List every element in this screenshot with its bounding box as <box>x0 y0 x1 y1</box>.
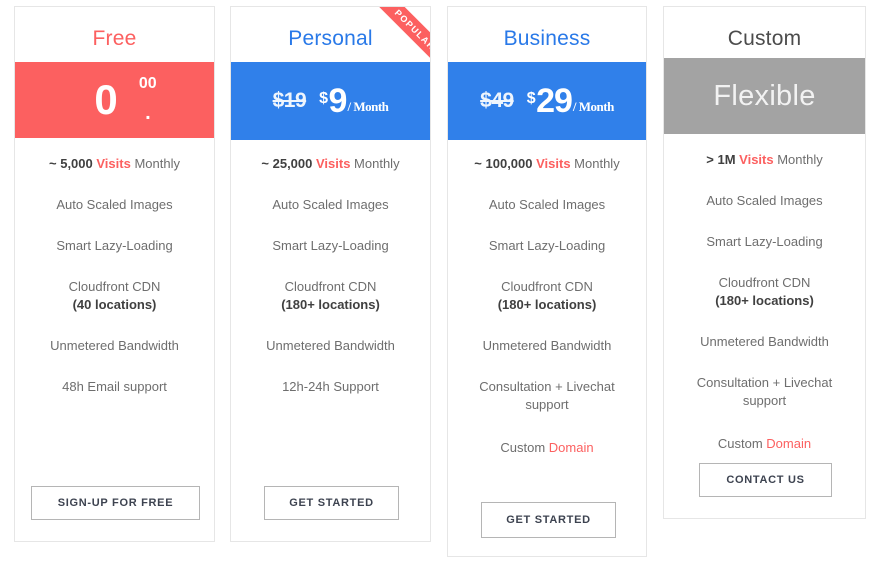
plan-title-custom: Custom <box>664 7 865 49</box>
contact-us-button[interactable]: CONTACT US <box>699 463 832 497</box>
pricing-table: Free 0 00 . ~ 5,000 Visits Monthly Auto … <box>0 0 880 568</box>
feature-subtext: (180+ locations) <box>241 296 420 313</box>
feature-lead: ~ 100,000 <box>474 156 536 171</box>
price-decimal-dot: . <box>145 103 150 123</box>
feature-item: Cloudfront CDN (180+ locations) <box>231 278 430 312</box>
feature-text: Cloudfront CDN <box>69 279 161 294</box>
plan-title-free: Free <box>15 7 214 49</box>
feature-highlight: Domain <box>549 440 594 455</box>
feature-list-personal: ~ 25,000 Visits Monthly Auto Scaled Imag… <box>231 155 430 419</box>
feature-text: Custom <box>718 436 766 451</box>
price-amount: 9 <box>329 84 347 118</box>
feature-item: Cloudfront CDN (40 locations) <box>15 278 214 312</box>
feature-item: Smart Lazy-Loading <box>15 237 214 254</box>
feature-item: Cloudfront CDN (180+ locations) <box>664 274 865 308</box>
feature-item: ~ 100,000 Visits Monthly <box>448 155 646 172</box>
feature-item: Unmetered Bandwidth <box>15 337 214 354</box>
feature-item: Smart Lazy-Loading <box>231 237 430 254</box>
feature-list-free: ~ 5,000 Visits Monthly Auto Scaled Image… <box>15 155 214 419</box>
feature-item: Auto Scaled Images <box>664 192 865 209</box>
price-free: 0 00 . <box>94 79 134 121</box>
feature-item: Unmetered Bandwidth <box>448 337 646 354</box>
signup-for-free-button[interactable]: SIGN-UP FOR FREE <box>31 486 200 520</box>
feature-text: Cloudfront CDN <box>285 279 377 294</box>
feature-list-custom: > 1M Visits Monthly Auto Scaled Images S… <box>664 151 865 476</box>
feature-tail: Monthly <box>774 152 823 167</box>
pricing-card-business[interactable]: Business $49 $ 29 / Month ~ 100,000 Visi… <box>447 6 647 557</box>
get-started-button-business[interactable]: GET STARTED <box>481 502 616 538</box>
feature-item: Smart Lazy-Loading <box>448 237 646 254</box>
feature-highlight: Visits <box>316 156 350 171</box>
pricing-card-custom[interactable]: Custom Flexible > 1M Visits Monthly Auto… <box>663 6 866 519</box>
feature-highlight: Visits <box>739 152 773 167</box>
price-new-personal: $ 9 / Month <box>319 84 388 118</box>
feature-tail: Monthly <box>131 156 180 171</box>
plan-title-business: Business <box>448 7 646 49</box>
feature-item: 48h Email support <box>15 378 214 395</box>
feature-lead: ~ 25,000 <box>261 156 316 171</box>
feature-item: Smart Lazy-Loading <box>664 233 865 250</box>
feature-highlight: Visits <box>96 156 130 171</box>
price-currency: $ <box>319 90 327 108</box>
feature-subtext: (40 locations) <box>25 296 204 313</box>
feature-item: Auto Scaled Images <box>15 196 214 213</box>
price-old-business: $49 <box>480 89 514 113</box>
price-band-personal: $19 $ 9 / Month <box>231 62 430 140</box>
feature-lead: ~ 5,000 <box>49 156 96 171</box>
feature-text: Custom <box>500 440 548 455</box>
get-started-button-personal[interactable]: GET STARTED <box>264 486 399 520</box>
price-cents: 00 <box>139 76 157 92</box>
feature-list-business: ~ 100,000 Visits Monthly Auto Scaled Ima… <box>448 155 646 480</box>
pricing-card-free[interactable]: Free 0 00 . ~ 5,000 Visits Monthly Auto … <box>14 6 215 542</box>
pricing-card-personal[interactable]: Personal POPULAR $19 $ 9 / Month ~ 25,00… <box>230 6 431 542</box>
price-period: / Month <box>347 99 388 115</box>
feature-item: Unmetered Bandwidth <box>664 333 865 350</box>
feature-lead: > 1M <box>706 152 739 167</box>
feature-item: Auto Scaled Images <box>231 196 430 213</box>
price-old-personal: $19 <box>273 89 307 113</box>
price-period: / Month <box>573 99 614 115</box>
price-custom-label: Flexible <box>713 80 815 113</box>
feature-tail: Monthly <box>571 156 620 171</box>
feature-highlight: Domain <box>766 436 811 451</box>
feature-text: Cloudfront CDN <box>501 279 593 294</box>
feature-item: Auto Scaled Images <box>448 196 646 213</box>
feature-item: ~ 25,000 Visits Monthly <box>231 155 430 172</box>
feature-text: Cloudfront CDN <box>719 275 811 290</box>
feature-item: Custom Domain <box>448 439 646 456</box>
plan-title-personal: Personal <box>231 7 430 49</box>
price-band-business: $49 $ 29 / Month <box>448 62 646 140</box>
feature-item: Unmetered Bandwidth <box>231 337 430 354</box>
feature-subtext: (180+ locations) <box>458 296 636 313</box>
feature-tail: Monthly <box>350 156 399 171</box>
feature-subtext: (180+ locations) <box>674 292 855 309</box>
price-amount: 29 <box>536 84 572 118</box>
feature-item: ~ 5,000 Visits Monthly <box>15 155 214 172</box>
price-amount: 0 <box>94 76 116 123</box>
feature-item: > 1M Visits Monthly <box>664 151 865 168</box>
price-currency: $ <box>527 90 535 108</box>
feature-highlight: Visits <box>536 156 570 171</box>
feature-item: Consultation + Livechat support <box>664 374 865 411</box>
price-band-custom: Flexible <box>664 58 865 134</box>
feature-item: Cloudfront CDN (180+ locations) <box>448 278 646 312</box>
price-band-free: 0 00 . <box>15 62 214 138</box>
feature-item: Custom Domain <box>664 435 865 452</box>
feature-item: Consultation + Livechat support <box>448 378 646 415</box>
price-new-business: $ 29 / Month <box>527 84 614 118</box>
feature-item: 12h-24h Support <box>231 378 430 395</box>
